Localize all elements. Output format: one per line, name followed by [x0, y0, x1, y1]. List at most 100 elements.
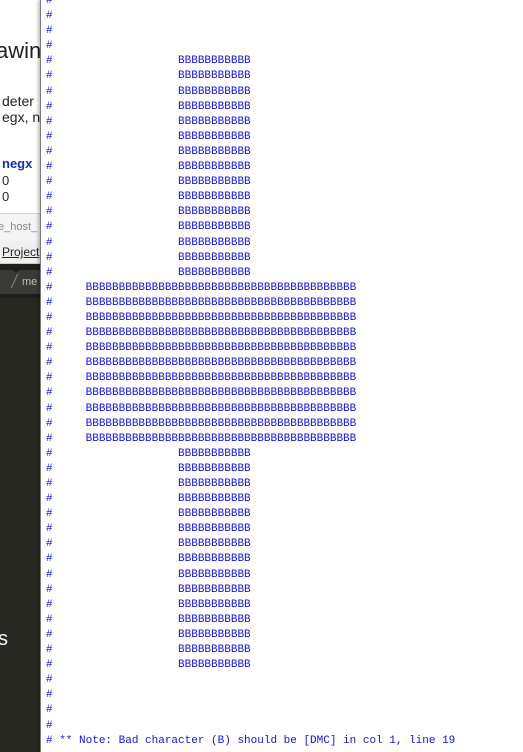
- console-line-prefix: #: [46, 281, 53, 294]
- console-line: # BBBBBBBBBBB: [46, 658, 455, 673]
- console-line-text: BBBBBBBBBBB: [52, 221, 251, 234]
- console-line: # BBBBBBBBBBB: [46, 462, 455, 477]
- console-line-prefix: #: [46, 70, 53, 83]
- console-line-prefix: #: [46, 115, 53, 128]
- background-window: awin deter egx, n negx 0 0 0 e_host_ Pro…: [0, 0, 42, 752]
- console-line-prefix: #: [46, 191, 53, 204]
- console-line-text: BBBBBBBBBBB: [52, 508, 251, 521]
- console-line: # BBBBBBBBBBB: [46, 205, 455, 220]
- console-line: #: [46, 688, 455, 703]
- menu-project[interactable]: Project: [2, 245, 39, 259]
- console-window[interactable]: # # # # # BBBBBBBBBBB # BBBBBBBBBBB # BBBBBBBB…: [40, 0, 523, 752]
- console-line-text: BBBBBBBBBBB: [52, 553, 251, 566]
- console-line: # BBBBBBBBBBBBBBBBBBBBBBBBBBBBBBBBBBBBBB…: [46, 356, 455, 371]
- console-line: # BBBBBBBBBBB: [46, 643, 455, 658]
- console-line-prefix: #: [46, 161, 53, 174]
- background-menubar: Project: [0, 241, 42, 264]
- console-line: # BBBBBBBBBBB: [46, 537, 455, 552]
- console-line-text: BBBBBBBBBBB: [52, 251, 251, 264]
- console-line: # BBBBBBBBBBB: [46, 552, 455, 567]
- console-line-prefix: #: [46, 357, 53, 370]
- console-line: # BBBBBBBBBBB: [46, 160, 455, 175]
- console-line-text: BBBBBBBBBBB: [52, 478, 251, 490]
- console-line-prefix: #: [46, 176, 53, 189]
- console-line-text: BBBBBBBBBBB: [52, 191, 251, 204]
- console-line-prefix: #: [46, 327, 53, 340]
- console-line-text: BBBBBBBBBBB: [52, 447, 251, 460]
- console-line: # BBBBBBBBBBB: [46, 477, 455, 492]
- console-line-text: BBBBBBBBBBB: [52, 206, 251, 219]
- console-line-text: BBBBBBBBBBBBBBBBBBBBBBBBBBBBBBBBBBBBBBBB…: [52, 372, 357, 385]
- console-line-prefix: #: [46, 644, 53, 657]
- console-line-text: BBBBBBBBBBB: [52, 266, 251, 279]
- console-line-text: BBBBBBBBBBBBBBBBBBBBBBBBBBBBBBBBBBBBBBBB…: [52, 311, 357, 324]
- console-line-prefix: #: [46, 387, 53, 400]
- console-line-prefix: #: [46, 583, 53, 596]
- console-line: # BBBBBBBBBBBBBBBBBBBBBBBBBBBBBBBBBBBBBB…: [46, 326, 455, 341]
- console-line: # BBBBBBBBBBB: [46, 266, 455, 281]
- console-line-prefix: #: [46, 734, 53, 747]
- console-line-prefix: #: [46, 538, 53, 551]
- console-line-text: BBBBBBBBBBB: [52, 493, 251, 506]
- console-line: # BBBBBBBBBBBBBBBBBBBBBBBBBBBBBBBBBBBBBB…: [46, 296, 455, 311]
- console-line-text: BBBBBBBBBBB: [52, 176, 251, 189]
- console-line-prefix: #: [46, 628, 53, 641]
- console-line: # BBBBBBBBBBB: [46, 492, 455, 507]
- console-line-prefix: #: [46, 719, 53, 732]
- console-line-text: BBBBBBBBBBB: [52, 55, 251, 68]
- console-line-text: BBBBBBBBBBBBBBBBBBBBBBBBBBBBBBBBBBBBBBBB…: [52, 357, 357, 370]
- console-line-prefix: #: [46, 674, 53, 687]
- console-line: #: [46, 703, 455, 718]
- console-line-text: BBBBBBBBBBB: [52, 236, 251, 249]
- console-line-prefix: #: [46, 417, 53, 430]
- console-line-text: BBBBBBBBBBB: [52, 85, 251, 98]
- console-line-prefix: #: [46, 145, 53, 158]
- console-line-prefix: #: [46, 25, 53, 38]
- console-line: # BBBBBBBBBBBBBBBBBBBBBBBBBBBBBBBBBBBBBB…: [46, 432, 455, 447]
- console-line: # BBBBBBBBBBBBBBBBBBBBBBBBBBBBBBBBBBBBBB…: [46, 341, 455, 356]
- console-line-prefix: #: [46, 553, 53, 566]
- console-line-text: BBBBBBBBBBBBBBBBBBBBBBBBBBBBBBBBBBBBBBBB…: [52, 417, 357, 430]
- console-line-prefix: #: [46, 613, 53, 626]
- console-line-text: BBBBBBBBBBB: [52, 145, 251, 158]
- console-line: #: [46, 39, 455, 54]
- console-note-line: # ** Note: Bad character (B) should be […: [46, 734, 455, 749]
- console-line: #: [46, 9, 455, 24]
- background-tab-strip: me: [0, 264, 42, 298]
- console-line-text: BBBBBBBBBBBBBBBBBBBBBBBBBBBBBBBBBBBBBBBB…: [52, 281, 357, 294]
- console-line-text: BBBBBBBBBBB: [52, 628, 251, 641]
- console-line-text: BBBBBBBBBBB: [52, 161, 251, 174]
- console-line-prefix: #: [46, 704, 53, 717]
- console-line-text: BBBBBBBBBBB: [52, 70, 251, 83]
- console-line-text: BBBBBBBBBBB: [52, 538, 251, 551]
- console-line-prefix: #: [46, 568, 53, 581]
- console-line: # BBBBBBBBBBB: [46, 507, 455, 522]
- console-line-prefix: #: [46, 432, 53, 445]
- console-line-prefix: #: [46, 659, 53, 672]
- console-line: # BBBBBBBBBBB: [46, 85, 455, 100]
- console-line-prefix: #: [46, 311, 53, 324]
- console-line-text: BBBBBBBBBBB: [52, 644, 251, 657]
- console-line: #: [46, 673, 455, 688]
- console-line: # BBBBBBBBBBB: [46, 190, 455, 205]
- console-line-prefix: #: [46, 372, 53, 385]
- console-line-text: BBBBBBBBBBB: [52, 100, 251, 113]
- console-line-prefix: #: [46, 508, 53, 521]
- console-line-prefix: #: [46, 689, 53, 702]
- console-line-prefix: #: [46, 598, 53, 611]
- console-output: # # # # # BBBBBBBBBBB # BBBBBBBBBBB # BBBBBBBB…: [46, 0, 455, 749]
- console-line: # BBBBBBBBBBB: [46, 145, 455, 160]
- console-line: #: [46, 0, 455, 9]
- console-line-prefix: #: [46, 402, 53, 415]
- console-line: # BBBBBBBBBBB: [46, 236, 455, 251]
- console-line-prefix: #: [46, 40, 53, 53]
- tab-scroll-left-icon[interactable]: [0, 270, 18, 294]
- console-line: # BBBBBBBBBBBBBBBBBBBBBBBBBBBBBBBBBBBBBB…: [46, 402, 455, 417]
- console-line: # BBBBBBBBBBB: [46, 220, 455, 235]
- console-line-text: BBBBBBBBBBBBBBBBBBBBBBBBBBBBBBBBBBBBBBBB…: [52, 387, 357, 400]
- console-line: #: [46, 24, 455, 39]
- console-line-prefix: #: [46, 100, 53, 113]
- console-line-text: BBBBBBBBBBB: [52, 115, 251, 128]
- console-line-prefix: #: [46, 478, 53, 490]
- console-line: # BBBBBBBBBBBBBBBBBBBBBBBBBBBBBBBBBBBBBB…: [46, 371, 455, 386]
